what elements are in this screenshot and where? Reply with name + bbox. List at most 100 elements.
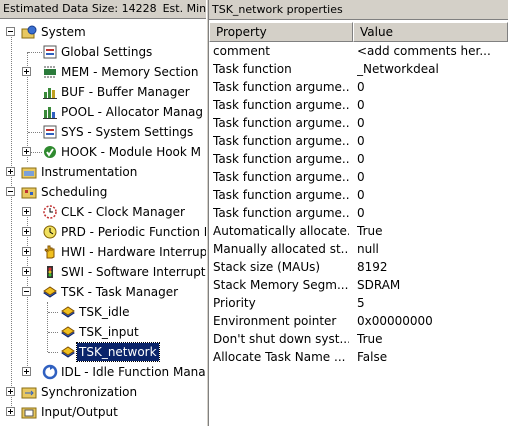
task-manager-icon [43, 286, 57, 298]
property-value[interactable]: 0 [357, 78, 503, 96]
property-row[interactable]: Don't shut down syst... True [209, 330, 508, 348]
task-icon [61, 326, 75, 338]
property-value[interactable]: <add comments her... [357, 42, 503, 60]
tree-label: System [41, 25, 86, 39]
property-name: Environment pointer [213, 314, 337, 328]
tree-label: SYS - System Settings [61, 125, 194, 139]
properties-title: TSK_network properties [209, 0, 508, 20]
tree-label: PRD - Periodic Function I [61, 225, 206, 239]
expand-toggle[interactable] [22, 207, 31, 216]
expand-toggle[interactable] [22, 267, 31, 276]
estimated-min-stack: Est. Min. Sta [162, 2, 206, 15]
property-row[interactable]: Task function _Networkdeal [209, 60, 508, 78]
property-name: Manually allocated st... [213, 242, 349, 256]
property-row[interactable]: Task function argume... 0 [209, 204, 508, 222]
property-value[interactable]: True [357, 330, 503, 348]
synchronization-folder-icon [21, 387, 37, 399]
property-name: comment [213, 44, 271, 58]
tree-label: Instrumentation [41, 165, 138, 179]
property-row[interactable]: Task function argume... 0 [209, 150, 508, 168]
property-value[interactable]: 0 [357, 204, 503, 222]
property-value[interactable]: 0 [357, 168, 503, 186]
property-value[interactable]: 5 [357, 294, 503, 312]
property-name: Task function argume... [213, 170, 349, 184]
property-value[interactable]: 0 [357, 132, 503, 150]
property-name: Allocate Task Name ... [213, 350, 346, 364]
tree-label: IDL - Idle Function Mana [61, 365, 206, 379]
property-row[interactable]: Task function argume... 0 [209, 114, 508, 132]
expand-toggle[interactable] [22, 67, 31, 76]
system-settings-icon [43, 125, 57, 139]
hardware-interrupt-hand-icon [44, 245, 55, 259]
property-row[interactable]: Allocate Task Name ... False [209, 348, 508, 366]
property-value[interactable]: null [357, 240, 503, 258]
property-row[interactable]: Task function argume... 0 [209, 186, 508, 204]
config-tree[interactable]: System Global Settings MEM - Memory Sect… [0, 22, 206, 426]
property-name: Task function argume... [213, 188, 349, 202]
property-name: Task function argume... [213, 80, 349, 94]
expand-toggle[interactable] [6, 407, 15, 416]
software-interrupt-icon [47, 266, 53, 278]
tree-node-system[interactable]: System [0, 22, 206, 42]
property-row[interactable]: Task function argume... 0 [209, 132, 508, 150]
property-row[interactable]: Automatically allocate... True [209, 222, 508, 240]
property-value[interactable]: 8192 [357, 258, 503, 276]
property-row[interactable]: Stack size (MAUs) 8192 [209, 258, 508, 276]
property-row[interactable]: Task function argume... 0 [209, 78, 508, 96]
property-row[interactable]: Manually allocated st... null [209, 240, 508, 258]
expand-toggle[interactable] [22, 367, 31, 376]
property-value[interactable]: 0 [357, 186, 503, 204]
property-row[interactable]: comment <add comments her... [209, 42, 508, 60]
tree-label: Global Settings [61, 45, 153, 59]
property-value[interactable]: _Networkdeal [357, 60, 503, 78]
property-name: Task function argume... [213, 98, 349, 112]
expand-toggle[interactable] [22, 227, 31, 236]
system-folder-icon [21, 25, 37, 39]
expand-toggle[interactable] [6, 167, 15, 176]
property-row[interactable]: Task function argume... 0 [209, 96, 508, 114]
property-name: Stack size (MAUs) [213, 260, 321, 274]
property-value[interactable]: SDRAM [357, 276, 503, 294]
expand-toggle[interactable] [22, 147, 31, 156]
hook-icon [44, 146, 56, 158]
property-value[interactable]: 0 [357, 114, 503, 132]
property-row[interactable]: Stack Memory Segm... SDRAM [209, 276, 508, 294]
tree-label: SWI - Software Interrupt [61, 265, 206, 279]
property-row[interactable]: Task function argume... 0 [209, 168, 508, 186]
tree-label: POOL - Allocator Manag [61, 105, 204, 119]
column-header-value[interactable]: Value [353, 22, 508, 42]
collapse-toggle[interactable] [22, 287, 31, 296]
property-value[interactable]: 0 [357, 150, 503, 168]
property-row[interactable]: Environment pointer 0x00000000 [209, 312, 508, 330]
tree-label-selected: TSK_network [76, 342, 160, 362]
instrumentation-folder-icon [21, 167, 37, 179]
property-name: Task function argume... [213, 134, 349, 148]
property-name: Task function [213, 62, 292, 76]
property-name: Priority [213, 296, 256, 310]
property-name: Task function argume... [213, 116, 349, 130]
property-value[interactable]: 0 [357, 96, 503, 114]
clock-icon [43, 205, 57, 219]
property-row[interactable]: Priority 5 [209, 294, 508, 312]
property-value[interactable]: False [357, 348, 503, 366]
settings-icon [43, 45, 57, 59]
property-value[interactable]: True [357, 222, 503, 240]
property-name: Task function argume... [213, 206, 349, 220]
expand-toggle[interactable] [6, 387, 15, 396]
properties-grid-header: Property Value [209, 22, 508, 42]
pool-bars-icon [43, 107, 57, 119]
task-icon [61, 306, 75, 318]
property-name: Task function argume... [213, 152, 349, 166]
collapse-toggle[interactable] [6, 187, 15, 196]
tree-label: HOOK - Module Hook M [61, 145, 202, 159]
tree-label: MEM - Memory Section [61, 65, 199, 79]
property-name: Automatically allocate... [213, 224, 349, 238]
periodic-function-icon [43, 225, 57, 239]
tree-label: Scheduling [41, 185, 108, 199]
properties-pane: TSK_network properties Property Value co… [209, 0, 508, 426]
collapse-toggle[interactable] [6, 27, 15, 36]
column-header-property[interactable]: Property [209, 22, 353, 42]
tree-label: TSK - Task Manager [61, 285, 179, 299]
property-value[interactable]: 0x00000000 [357, 312, 503, 330]
expand-toggle[interactable] [22, 247, 31, 256]
